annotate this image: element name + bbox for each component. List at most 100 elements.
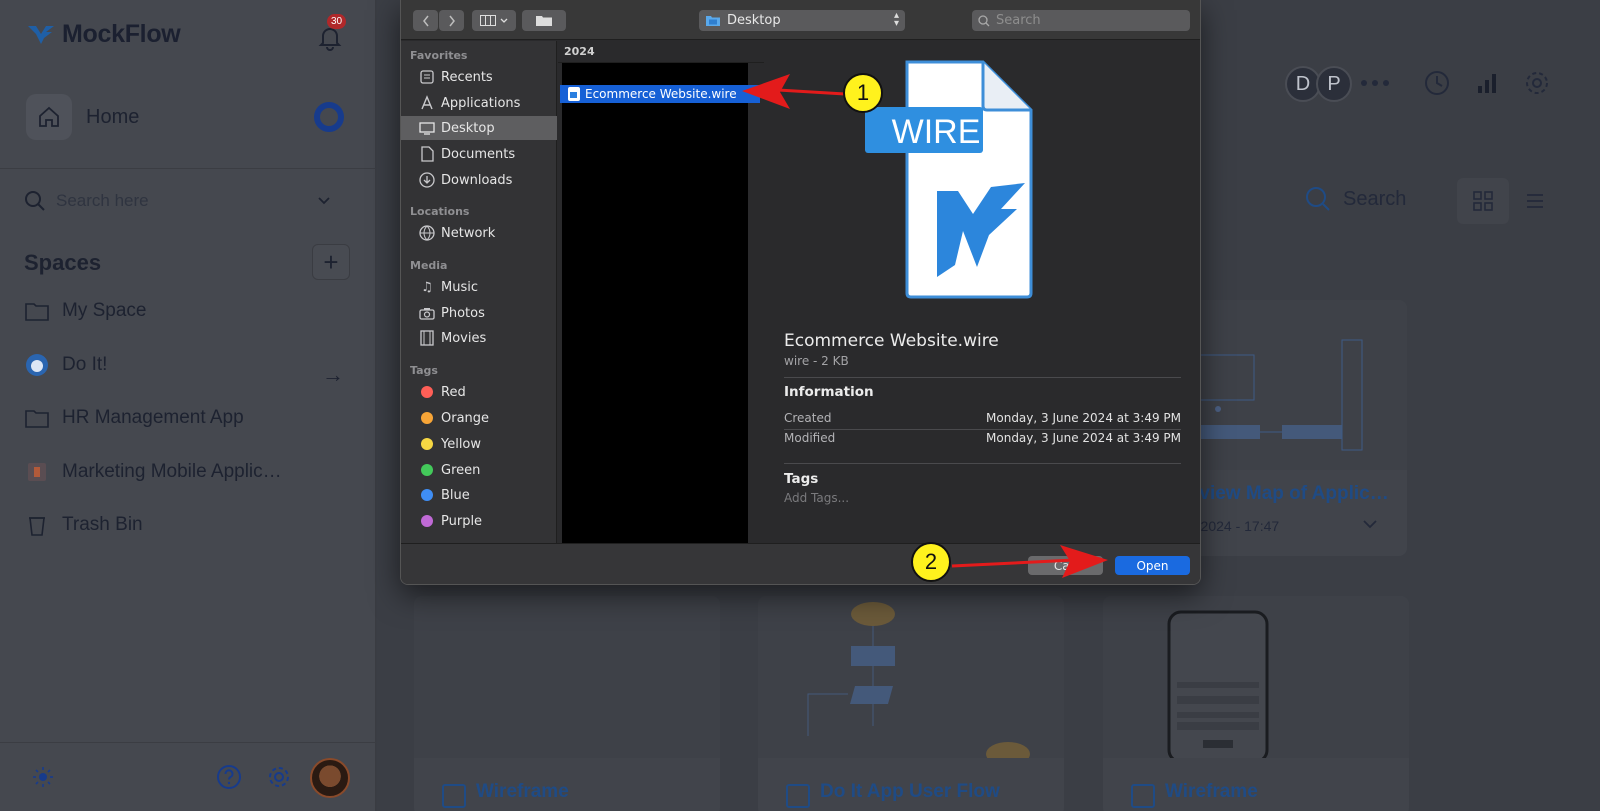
space-item-trash-bin[interactable]: Trash Bin [24,514,143,536]
dialog-search-placeholder: Search [996,13,1041,28]
new-folder-button[interactable] [522,10,566,31]
card-date: r 2024 - 17:47 [1192,518,1280,534]
back-button[interactable] [413,10,438,31]
help-icon[interactable] [216,764,242,790]
file-preview: WIRE Ecommerce Website.wire wire - 2 KB … [765,41,1200,543]
sidebar-item-music[interactable]: ♫ Music [401,275,557,299]
sidebar-search [24,190,344,212]
open-button[interactable]: Open [1115,556,1190,575]
analytics-icon[interactable] [1472,68,1502,98]
dialog-toolbar: Desktop ▴ ▾ Search [401,0,1200,40]
information-header: Information [784,384,874,400]
arrow-right-icon[interactable]: → [322,362,344,388]
sidebar-item-desktop[interactable]: Desktop [401,116,557,140]
member-avatar-p[interactable]: P [1316,66,1352,102]
chevron-down-icon[interactable] [1362,516,1378,532]
finder-sidebar: Favorites Recents Applications Desktop D… [401,41,557,543]
sidebar-item-label: Photos [441,305,485,321]
sidebar-item-tag-green[interactable]: Green [401,458,557,482]
sidebar-item-tag-purple[interactable]: Purple [401,509,557,533]
add-tags-field[interactable]: Add Tags... [784,491,849,505]
media-header: Media [410,259,448,272]
theme-toggle-icon[interactable] [30,764,56,790]
card-title[interactable]: Do It App User Flow [820,781,1000,803]
favorites-header: Favorites [410,49,468,62]
view-mode-button[interactable] [472,10,516,31]
project-card[interactable]: Do It App User Flow [758,596,1064,811]
flowchart-icon [786,784,810,808]
sidebar-item-tag-red[interactable]: Red [401,380,557,404]
cancel-button[interactable]: Can [1028,556,1103,575]
nav-home[interactable]: Home [26,94,139,140]
card-title[interactable]: Wireframe [476,781,569,803]
card-title[interactable]: Wireframe [1165,781,1258,803]
project-card[interactable]: Wireframe [1103,596,1409,811]
sidebar-item-tag-blue[interactable]: Blue [401,483,557,507]
user-avatar[interactable] [310,758,350,798]
annotation-step-2: 2 [911,542,951,582]
network-icon [419,225,435,241]
mockflow-logo[interactable]: MockFlow [26,20,181,49]
grid-view-button[interactable] [1457,178,1509,224]
gear-icon[interactable] [1522,68,1552,98]
sidebar-item-network[interactable]: Network [401,221,557,245]
more-options-icon[interactable] [1360,68,1390,98]
sidebar-item-tag-orange[interactable]: Orange [401,406,557,430]
music-icon: ♫ [421,279,433,295]
space-item-do-it[interactable]: Do It! [24,354,107,376]
card-title[interactable]: rview Map of Applic… [1192,483,1389,505]
column-scrollbar[interactable] [748,63,764,543]
list-view-button[interactable] [1520,186,1550,216]
space-label: Trash Bin [62,514,143,535]
wire-document-icon [865,60,1033,299]
space-item-marketing[interactable]: Marketing Mobile Applic… [24,461,282,483]
card-thumbnail [758,596,1064,758]
divider [784,429,1181,430]
sidebar-item-label: Network [441,225,496,241]
sidebar-item-label: Music [441,279,478,295]
sidebar-item-label: Desktop [441,120,495,136]
space-label: HR Management App [62,407,244,428]
tag-dot-icon [421,464,433,476]
sidebar-item-applications[interactable]: Applications [401,91,557,115]
opera-icon[interactable] [314,102,344,132]
space-item-hr-management[interactable]: HR Management App [24,407,244,429]
search-icon [25,191,45,211]
columns-view-icon [480,15,496,26]
sidebar-search-input[interactable] [56,191,306,211]
sidebar-item-photos[interactable]: Photos [401,301,557,325]
sidebar-item-label: Green [441,462,481,478]
sidebar-item-movies[interactable]: Movies [401,326,557,350]
card-thumbnail [1192,300,1407,470]
chevron-right-icon [448,15,455,26]
folder-icon [24,407,50,429]
preview-file-name: Ecommerce Website.wire [784,331,999,351]
sidebar-item-recents[interactable]: Recents [401,65,557,89]
desktop-folder-icon [706,15,720,26]
locations-header: Locations [410,205,470,218]
chevron-left-icon [422,15,429,26]
location-select[interactable]: Desktop ▴ ▾ [699,10,905,31]
sidebar-item-downloads[interactable]: Downloads [401,168,557,192]
wireframe-icon [1131,784,1155,808]
sidebar: MockFlow 30 Home Spaces + My Space Do It… [0,0,376,811]
sidebar-item-label: Red [441,384,466,400]
main-search[interactable]: Search [1305,186,1406,212]
forward-button[interactable] [439,10,464,31]
divider [0,168,376,169]
history-icon[interactable] [1422,68,1452,98]
sidebar-item-tag-yellow[interactable]: Yellow [401,432,557,456]
clock-icon [419,69,435,85]
project-card[interactable]: Wireframe [414,596,720,811]
space-item-my-space[interactable]: My Space [24,300,146,322]
divider [0,742,376,743]
sidebar-item-documents[interactable]: Documents [401,142,557,166]
file-name: Ecommerce Website.wire [585,87,737,101]
add-space-button[interactable]: + [312,244,350,280]
chevron-down-icon[interactable] [316,193,332,209]
tag-dot-icon [421,515,433,527]
dialog-search-field[interactable]: Search [972,10,1190,31]
gear-icon[interactable] [266,764,292,790]
file-item-selected[interactable]: Ecommerce Website.wire [560,85,760,103]
document-icon [419,146,435,162]
